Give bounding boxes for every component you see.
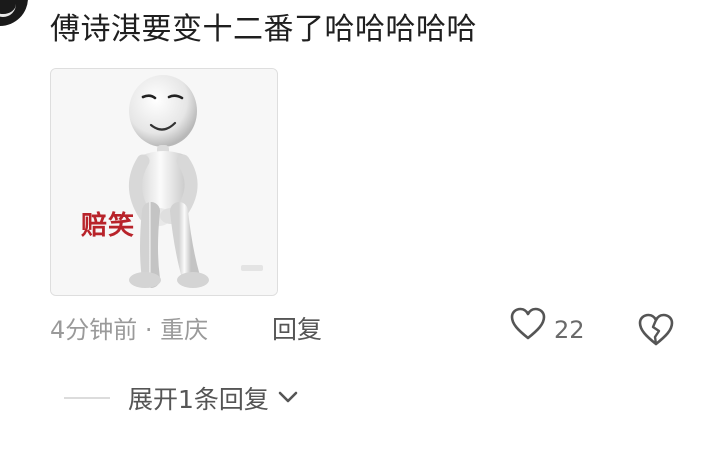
- dislike-button[interactable]: [638, 313, 674, 349]
- expand-replies-button[interactable]: 展开1条回复: [64, 378, 299, 418]
- sticker-figure: [51, 69, 277, 295]
- divider-line: [64, 397, 110, 399]
- comment-text: 傅诗淇要变十二番了哈哈哈哈哈: [50, 12, 477, 47]
- expand-replies-label: 展开1条回复: [128, 385, 269, 414]
- sticker-caption: 赔笑: [81, 211, 136, 241]
- avatar[interactable]: [0, 0, 28, 26]
- heart-outline-icon: [510, 307, 546, 353]
- chevron-down-icon: [277, 389, 299, 408]
- like-count: 22: [554, 316, 585, 344]
- broken-heart-icon: [638, 313, 674, 353]
- time-location: 4分钟前 · 重庆: [50, 316, 209, 344]
- like-button[interactable]: 22: [510, 307, 585, 353]
- sticker-image[interactable]: 赔笑: [50, 68, 278, 296]
- reply-button[interactable]: 回复: [272, 310, 322, 350]
- comment-meta: 4分钟前 · 重庆 回复 22: [50, 307, 690, 353]
